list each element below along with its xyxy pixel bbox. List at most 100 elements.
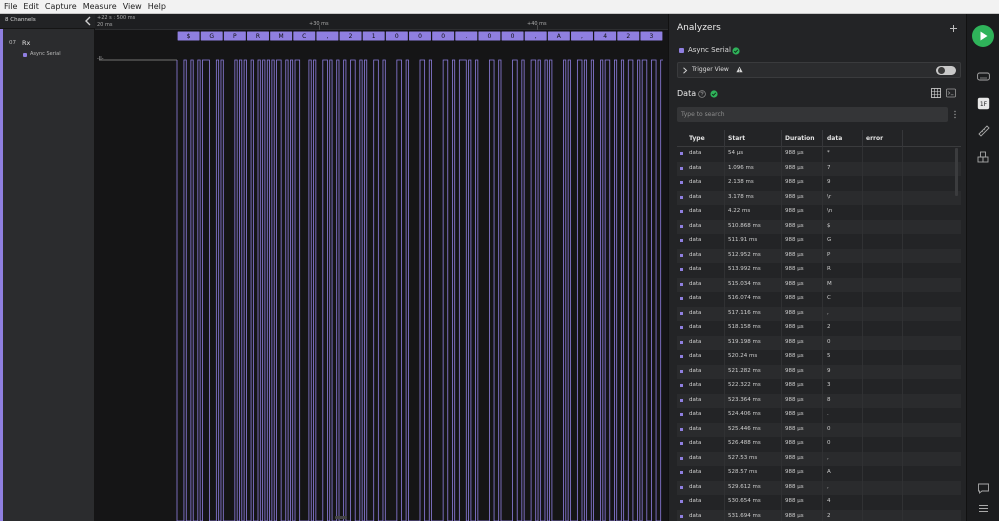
trigger-view-row[interactable]: Trigger View: [677, 62, 961, 78]
analyzers-icon[interactable]: 1F: [977, 97, 990, 110]
cell-data: A: [827, 469, 831, 475]
cell-duration: 988 µs: [785, 469, 804, 475]
table-row[interactable]: data 4.22 ms 988 µs \n: [677, 205, 961, 220]
row-color-marker: [680, 326, 683, 329]
row-color-marker: [680, 398, 683, 402]
table-row[interactable]: data 526.488 ms 988 µs 0: [677, 437, 961, 452]
column-start[interactable]: Start: [728, 135, 745, 142]
row-color-marker: [680, 413, 683, 416]
chat-icon[interactable]: [977, 482, 990, 495]
cell-start: 524.406 ms: [728, 411, 761, 417]
plus-icon[interactable]: [949, 24, 958, 33]
table-row[interactable]: data 519.198 ms 988 µs 0: [677, 335, 961, 350]
measure-ruler-icon[interactable]: [977, 124, 990, 137]
chevron-right-icon[interactable]: [682, 67, 688, 74]
menu-help[interactable]: Help: [148, 0, 166, 14]
table-row[interactable]: data 511.91 ms 988 µs G: [677, 234, 961, 249]
cell-start: 54 µs: [728, 150, 744, 156]
column-type[interactable]: Type: [689, 135, 705, 142]
cell-type: data: [689, 280, 702, 287]
menu-capture[interactable]: Capture: [45, 0, 77, 14]
analyzer-name[interactable]: Async Serial: [688, 46, 731, 54]
start-capture-button[interactable]: [972, 25, 994, 47]
cell-duration: 988 µs: [785, 483, 804, 490]
cell-start: 526.488 ms: [728, 440, 761, 446]
cell-data: 0: [827, 425, 831, 432]
table-view-icon[interactable]: [931, 88, 941, 98]
extensions-icon[interactable]: [977, 151, 990, 164]
channel-name[interactable]: Rx: [22, 39, 30, 47]
table-row[interactable]: data 530.654 ms 988 µs 4: [677, 495, 961, 510]
menu-view[interactable]: View: [123, 0, 142, 14]
row-color-marker: [680, 297, 683, 300]
row-color-marker: [680, 442, 683, 445]
cell-type: data: [689, 208, 702, 214]
table-row[interactable]: data 524.406 ms 988 µs.: [677, 408, 961, 423]
cell-duration: 988 µs: [785, 150, 804, 156]
channel-analyzer-tag[interactable]: Async Serial: [30, 51, 61, 57]
cell-duration: 988 µs: [785, 309, 804, 316]
column-data[interactable]: data: [827, 135, 842, 142]
table-row[interactable]: data 522.322 ms 988 µs 3: [677, 379, 961, 394]
column-error[interactable]: error: [866, 135, 883, 142]
time-ruler[interactable]: +22 s : 500 ms 20 ms +30 ms +40 ms: [95, 14, 668, 30]
decoded-frame-char: 3: [649, 33, 654, 40]
table-row[interactable]: data 516.074 ms 988 µs C: [677, 292, 961, 307]
cell-type: data: [689, 382, 702, 388]
menu-icon[interactable]: [977, 502, 990, 515]
cell-data: 8: [827, 396, 831, 403]
waveform-area[interactable]: +22 s : 500 ms 20 ms +30 ms +40 ms $ G P R M…: [95, 14, 668, 521]
table-row[interactable]: data 515.034 ms 988 µs M: [677, 277, 961, 292]
table-vertical-scrollbar[interactable]: [955, 148, 958, 196]
cell-type: data: [689, 295, 702, 301]
menu-edit[interactable]: Edit: [23, 0, 39, 14]
table-row[interactable]: data 1.096 ms 988 µs 7: [677, 161, 961, 176]
waveform-plot[interactable]: $ G P R M C, 2 1 0 0 0. 0 0, A, 4 2 3 -II-: [95, 30, 668, 521]
menu-file[interactable]: File: [4, 0, 17, 14]
terminal-view-icon[interactable]: [946, 88, 956, 98]
column-duration[interactable]: Duration: [785, 135, 815, 142]
cell-start: 516.074 ms: [728, 295, 761, 301]
cell-start: 523.364 ms: [728, 396, 761, 403]
cell-start: 521.282 ms: [728, 367, 761, 374]
table-row[interactable]: data 531.694 ms 988 µs 2: [677, 509, 961, 521]
row-color-marker: [680, 195, 683, 199]
table-row[interactable]: data 521.282 ms 988 µs 9: [677, 364, 961, 379]
table-row[interactable]: data 520.24 ms 988 µs 5: [677, 350, 961, 365]
search-input[interactable]: [677, 107, 948, 122]
cell-data: 5: [827, 353, 831, 359]
decoded-frame-char: $: [186, 33, 191, 40]
cell-type: data: [689, 440, 702, 446]
cell-type: data: [689, 324, 702, 330]
table-row[interactable]: data 523.364 ms 988 µs 8: [677, 393, 961, 408]
horizontal-scrollbar[interactable]: [335, 516, 347, 519]
table-row[interactable]: data 525.446 ms 988 µs 0: [677, 422, 961, 437]
table-row[interactable]: data 527.53 ms 988 µs,: [677, 451, 961, 466]
table-row[interactable]: data 3.178 ms 988 µs \r: [677, 190, 961, 205]
table-row[interactable]: data 518.158 ms 988 µs 2: [677, 321, 961, 336]
table-row[interactable]: data 512.952 ms 988 µs P: [677, 248, 961, 263]
cell-start: 512.952 ms: [728, 251, 761, 258]
right-toolbar: 1F: [966, 14, 999, 521]
row-color-marker: [680, 384, 683, 387]
table-row[interactable]: data 510.868 ms 988 µs $: [677, 219, 961, 234]
trigger-view-toggle[interactable]: [936, 66, 956, 75]
channel-color-bar: [0, 29, 3, 521]
cell-type: data: [689, 454, 702, 461]
decoded-frame-char: 0: [418, 33, 422, 40]
table-row[interactable]: data 2.138 ms 988 µs 9: [677, 176, 961, 191]
table-row[interactable]: data 517.116 ms 988 µs,: [677, 306, 961, 321]
device-icon[interactable]: [977, 70, 990, 83]
table-row[interactable]: data 513.992 ms 988 µs R: [677, 263, 961, 278]
menu-measure[interactable]: Measure: [83, 0, 117, 14]
chevron-left-icon[interactable]: [84, 16, 92, 26]
cell-start: 525.446 ms: [728, 425, 761, 432]
row-color-marker: [680, 181, 683, 184]
more-options-icon[interactable]: [953, 110, 957, 119]
cell-start: 510.868 ms: [728, 222, 761, 229]
table-row[interactable]: data 528.57 ms 988 µs A: [677, 466, 961, 481]
row-color-marker: [680, 166, 683, 170]
help-icon[interactable]: [698, 90, 706, 98]
table-row[interactable]: data 529.612 ms 988 µs,: [677, 480, 961, 495]
table-row[interactable]: data 54 µs 988 µs *: [677, 147, 961, 162]
